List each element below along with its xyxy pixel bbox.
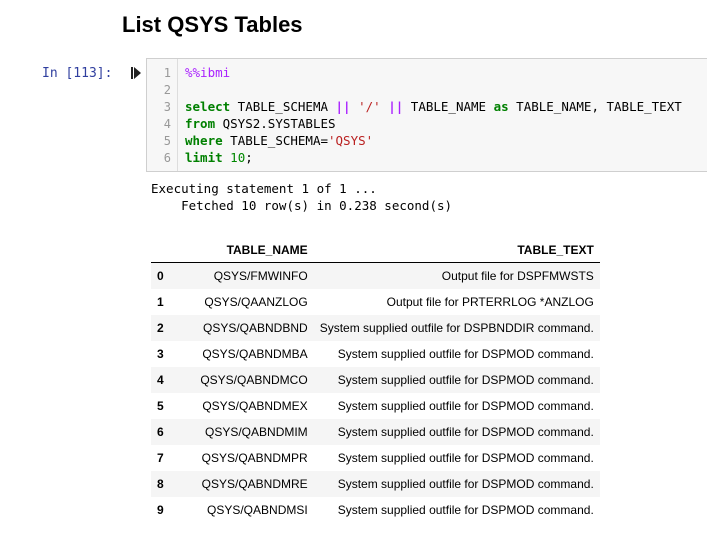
- notebook-heading: List QSYS Tables: [122, 12, 303, 37]
- index-header: [151, 238, 172, 263]
- row-index: 3: [157, 347, 164, 361]
- cell-table-name: QSYS/QABNDMSI: [207, 503, 308, 517]
- code-line-3: select TABLE_SCHEMA || '/' || TABLE_NAME…: [185, 99, 682, 114]
- cell-prompt: In [113]:: [42, 66, 113, 81]
- cell-table-name: QSYS/QABNDMBA: [202, 347, 308, 361]
- code-line-1: %%ibmi: [185, 65, 230, 80]
- cell-table-text: System supplied outfile for DSPMOD comma…: [337, 425, 594, 439]
- code-text: TABLE_SCHEMA: [230, 99, 336, 114]
- line-number: 1: [163, 66, 171, 80]
- cell-table-text: System supplied outfile for DSPBNDDIR co…: [319, 321, 594, 335]
- table-row: 9 QSYS/QABNDMSI System supplied outfile fo…: [151, 497, 600, 523]
- keyword: from: [185, 116, 216, 131]
- keyword: as: [493, 99, 509, 114]
- row-index: 6: [157, 425, 164, 439]
- keyword: select: [185, 99, 231, 114]
- string-literal: '/': [358, 99, 381, 114]
- table-row: 4 QSYS/QABNDMCO System supplied outfile fo…: [151, 367, 600, 393]
- row-index: 4: [157, 373, 164, 387]
- table-row: 8 QSYS/QABNDMRE System supplied outfile fo…: [151, 471, 600, 497]
- run-cell-button[interactable]: [131, 66, 141, 80]
- cell-table-name: QSYS/QABNDMRE: [201, 477, 308, 491]
- cell-table-name: QSYS/FMWINFO: [213, 269, 308, 283]
- keyword: limit: [185, 150, 223, 165]
- line-number-gutter: 1 2 3 4 5 6: [147, 59, 178, 171]
- cell-table-text: System supplied outfile for DSPMOD comma…: [337, 399, 594, 413]
- table-row: 2 QSYS/QABNDBND System supplied outfile fo…: [151, 315, 600, 341]
- cell-table-name: QSYS/QABNDMEX: [202, 399, 308, 413]
- row-index: 5: [157, 399, 164, 413]
- table-row: 0 QSYS/FMWINFO Output file for DSPFMWSTS: [151, 262, 600, 289]
- cell-table-name: QSYS/QABNDBND: [202, 321, 308, 335]
- code-line-4: from QSYS2.SYSTABLES: [185, 116, 336, 131]
- cell-table-name: QSYS/QABNDMCO: [200, 373, 308, 387]
- row-index: 1: [157, 295, 164, 309]
- cell-table-text: System supplied outfile for DSPMOD comma…: [337, 373, 594, 387]
- line-number: 2: [163, 83, 171, 97]
- table-header-row: TABLE_NAME TABLE_TEXT: [151, 238, 600, 263]
- column-header-table-name: TABLE_NAME: [171, 238, 314, 263]
- row-index: 8: [157, 477, 164, 491]
- play-pause-icon: [131, 67, 141, 79]
- code-text: TABLE_NAME: [403, 99, 494, 114]
- cell-table-name: QSYS/QAANZLOG: [204, 295, 308, 309]
- code-text: QSYS2.SYSTABLES: [215, 116, 336, 131]
- cell-table-name: QSYS/QABNDMPR: [201, 451, 308, 465]
- operator: ||: [388, 99, 404, 114]
- code-text: TABLE_NAME, TABLE_TEXT: [508, 99, 682, 114]
- column-header-table-text: TABLE_TEXT: [313, 238, 600, 263]
- line-number: 5: [163, 134, 171, 148]
- cell-table-text: System supplied outfile for DSPMOD comma…: [337, 347, 594, 361]
- table-row: 3 QSYS/QABNDMBA System supplied outfile fo…: [151, 341, 600, 367]
- result-table: TABLE_NAME TABLE_TEXT 0 QSYS/FMWINFO Outpu…: [151, 238, 600, 523]
- table-row: 6 QSYS/QABNDMIM System supplied outfile fo…: [151, 419, 600, 445]
- row-index: 7: [157, 451, 164, 465]
- cell-table-text: Output file for PRTERRLOG *ANZLOG: [386, 295, 594, 309]
- code-editor[interactable]: 1 2 3 4 5 6 %%ibmi select TABLE_SCHEMA |…: [146, 58, 707, 172]
- line-number: 6: [163, 151, 171, 165]
- table-row: 1 QSYS/QAANZLOG Output file for PRTERRLOG …: [151, 289, 600, 315]
- cell-table-text: Output file for DSPFMWSTS: [441, 269, 594, 283]
- row-index: 2: [157, 321, 164, 335]
- string-literal: 'QSYS': [328, 133, 374, 148]
- operator: ||: [335, 99, 351, 114]
- cell-output-text: Executing statement 1 of 1 ... Fetched 1…: [151, 180, 452, 214]
- code-line-5: where TABLE_SCHEMA='QSYS': [185, 133, 373, 148]
- code-line-6: limit 10;: [185, 150, 253, 165]
- code-text: TABLE_SCHEMA=: [222, 133, 328, 148]
- cell-magic: %%ibmi: [185, 65, 231, 80]
- cell-table-text: System supplied outfile for DSPMOD comma…: [337, 451, 594, 465]
- cell-table-text: System supplied outfile for DSPMOD comma…: [337, 503, 594, 517]
- keyword: where: [185, 133, 223, 148]
- line-number: 4: [163, 117, 171, 131]
- line-number: 3: [163, 100, 171, 114]
- cell-table-name: QSYS/QABNDMIM: [205, 425, 308, 439]
- table-row: 7 QSYS/QABNDMPR System supplied outfile fo…: [151, 445, 600, 471]
- table-row: 5 QSYS/QABNDMEX System supplied outfile fo…: [151, 393, 600, 419]
- code-text: ;: [245, 150, 253, 165]
- cell-table-text: System supplied outfile for DSPMOD comma…: [337, 477, 594, 491]
- output-line: Executing statement 1 of 1 ...: [151, 181, 377, 196]
- row-index: 0: [157, 269, 164, 283]
- row-index: 9: [157, 503, 164, 517]
- number-literal: 10: [230, 150, 246, 165]
- output-line: Fetched 10 row(s) in 0.238 second(s): [151, 198, 453, 213]
